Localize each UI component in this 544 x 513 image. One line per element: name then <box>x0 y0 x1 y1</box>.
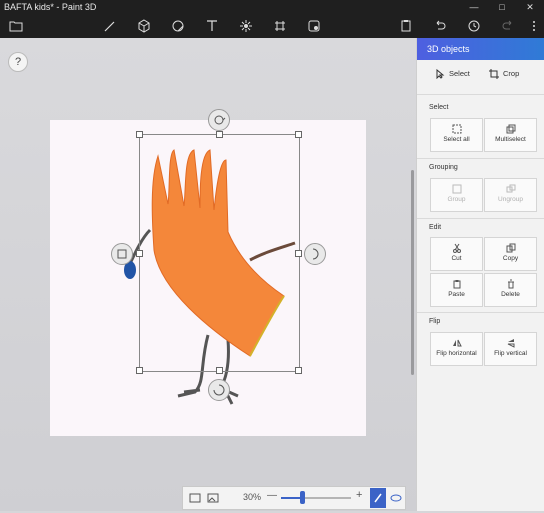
zoom-slider-thumb[interactable] <box>300 491 305 504</box>
effects-icon[interactable] <box>238 18 254 34</box>
folder-icon[interactable] <box>8 18 24 34</box>
resize-handle-bottom-right[interactable] <box>295 367 302 374</box>
selection-box[interactable] <box>139 134 300 372</box>
group-icon <box>452 184 461 194</box>
ungroup-button[interactable]: Ungroup <box>484 178 537 212</box>
delete-button[interactable]: Delete <box>484 273 537 307</box>
select-all-button[interactable]: Select all <box>430 118 483 152</box>
resize-handle-right[interactable] <box>295 250 302 257</box>
ungroup-icon <box>506 184 515 193</box>
multiselect-icon <box>506 124 515 134</box>
minimize-button[interactable]: — <box>460 0 488 14</box>
divider <box>417 158 544 159</box>
panel-header: 3D objects <box>417 38 544 60</box>
section-select-heading: Select <box>429 104 449 111</box>
section-edit-heading: Edit <box>429 224 442 231</box>
zoom-in-button[interactable]: + <box>356 489 362 501</box>
3d-shapes-icon[interactable] <box>136 18 152 34</box>
divider <box>417 218 544 219</box>
title-bar: BAFTA kids* - Paint 3D — □ ✕ <box>0 0 544 14</box>
scissors-icon <box>452 243 461 253</box>
redo-icon[interactable] <box>500 18 516 34</box>
resize-handle-bottom[interactable] <box>216 367 223 374</box>
flip-vertical-icon <box>507 339 514 348</box>
clipboard-icon <box>453 280 460 289</box>
resize-handle-top-left[interactable] <box>136 131 143 138</box>
close-button[interactable]: ✕ <box>516 0 544 14</box>
flip-horizontal-icon <box>452 339 462 347</box>
resize-handle-bottom-left[interactable] <box>136 367 143 374</box>
cursor-icon <box>436 68 445 80</box>
flip-horizontal-button[interactable]: Flip horizontal <box>430 332 483 366</box>
zoom-slider-fill <box>281 497 302 499</box>
crop-mode-button[interactable]: Crop <box>489 69 519 85</box>
trash-icon <box>507 279 514 289</box>
multiselect-button[interactable]: Multiselect <box>484 118 537 152</box>
undo-icon[interactable] <box>432 18 448 34</box>
more-icon[interactable] <box>526 18 542 34</box>
select-mode-button[interactable]: Select <box>435 68 470 85</box>
rotate-x-icon[interactable] <box>208 379 230 401</box>
main-toolbar <box>0 14 544 38</box>
paste-button[interactable]: Paste <box>430 273 483 307</box>
history-icon[interactable] <box>466 18 482 34</box>
help-button[interactable]: ? <box>8 52 28 72</box>
window-title: BAFTA kids* - Paint 3D <box>4 2 97 12</box>
zoom-bar: 30% — + <box>182 486 406 510</box>
text-icon[interactable] <box>204 18 220 34</box>
image-view-icon[interactable] <box>205 490 221 506</box>
paste-icon[interactable] <box>398 18 414 34</box>
pen-mode-button[interactable] <box>370 488 386 508</box>
crop-icon <box>489 69 499 80</box>
divider <box>417 312 544 313</box>
rotate-y-left-icon[interactable] <box>111 243 133 265</box>
panel-title: 3D objects <box>427 44 470 54</box>
resize-handle-left[interactable] <box>136 250 143 257</box>
copy-button[interactable]: Copy <box>484 237 537 271</box>
brush-icon[interactable] <box>102 18 118 34</box>
side-panel: 3D objects Select Crop Select Select all… <box>416 38 544 511</box>
select-all-icon <box>452 124 461 134</box>
maximize-button[interactable]: □ <box>488 0 516 14</box>
resize-handle-top[interactable] <box>216 131 223 138</box>
group-button[interactable]: Group <box>430 178 483 212</box>
section-flip-heading: Flip <box>429 318 441 325</box>
vertical-scrollbar[interactable] <box>411 170 414 375</box>
zoom-out-button[interactable]: — <box>267 490 277 501</box>
canvas-icon[interactable] <box>272 18 288 34</box>
cut-button[interactable]: Cut <box>430 237 483 271</box>
zoom-level: 30% <box>243 492 262 502</box>
divider <box>417 94 544 95</box>
flip-vertical-button[interactable]: Flip vertical <box>484 332 537 366</box>
rotate-z-icon[interactable] <box>208 109 230 131</box>
view-3d-icon[interactable] <box>388 490 404 506</box>
copy-icon <box>506 243 515 253</box>
section-grouping-heading: Grouping <box>429 164 458 171</box>
remix-3d-icon[interactable] <box>306 18 322 34</box>
fit-to-screen-icon[interactable] <box>187 490 203 506</box>
resize-handle-top-right[interactable] <box>295 131 302 138</box>
stickers-icon[interactable] <box>170 18 186 34</box>
rotate-y-right-icon[interactable] <box>304 243 326 265</box>
